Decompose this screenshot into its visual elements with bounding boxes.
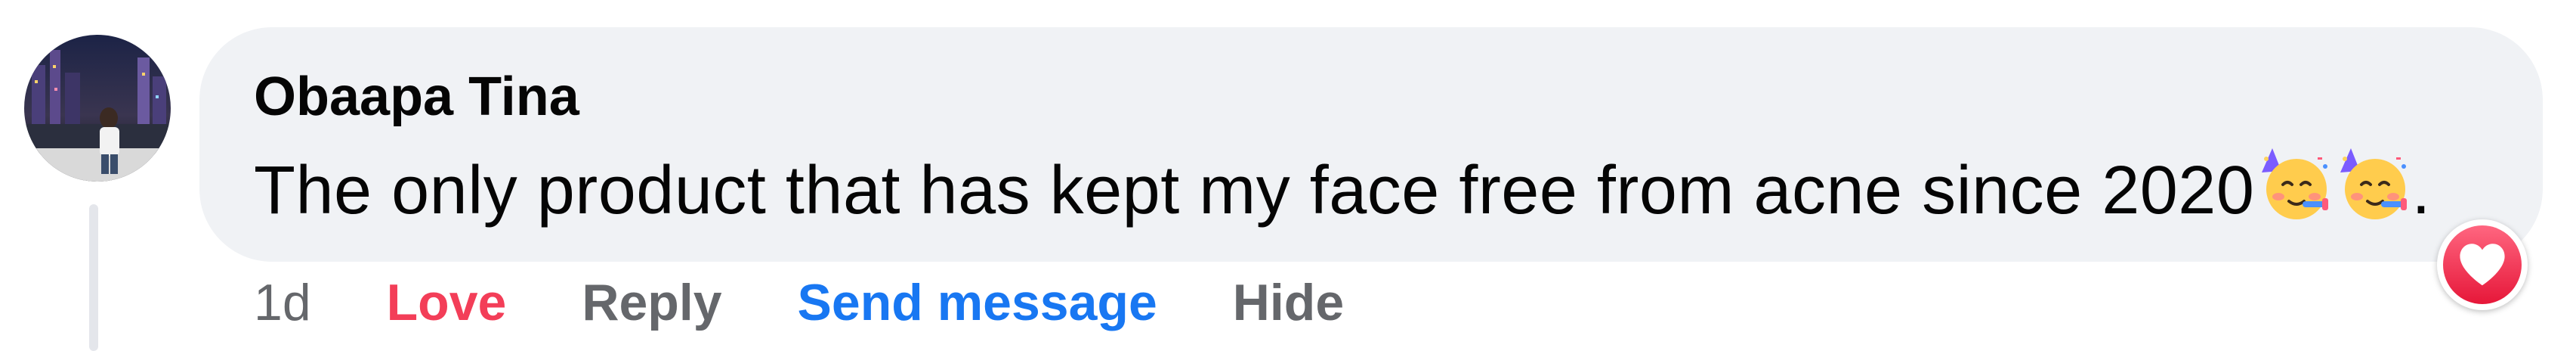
partying-face-emoji (2336, 145, 2411, 221)
comment-actions: 1d Love Reply Send message Hide (254, 277, 1344, 328)
avatar-photo (24, 35, 171, 182)
reply-button[interactable]: Reply (582, 277, 721, 328)
comment-timestamp[interactable]: 1d (254, 277, 311, 328)
send-message-button[interactable]: Send message (798, 277, 1157, 328)
heart-icon (2460, 244, 2505, 286)
love-button[interactable]: Love (387, 277, 507, 328)
hide-button[interactable]: Hide (1233, 277, 1344, 328)
comment-author[interactable]: Obaapa Tina (254, 70, 579, 124)
comment-body: The only product that has kept my face f… (254, 153, 2255, 228)
reaction-badge[interactable] (2437, 219, 2528, 310)
avatar[interactable] (24, 35, 171, 182)
thread-line (89, 204, 98, 351)
partying-face-emoji (2257, 145, 2333, 221)
comment-text: The only product that has kept my face f… (254, 145, 2431, 228)
trailing-period: . (2411, 153, 2431, 228)
